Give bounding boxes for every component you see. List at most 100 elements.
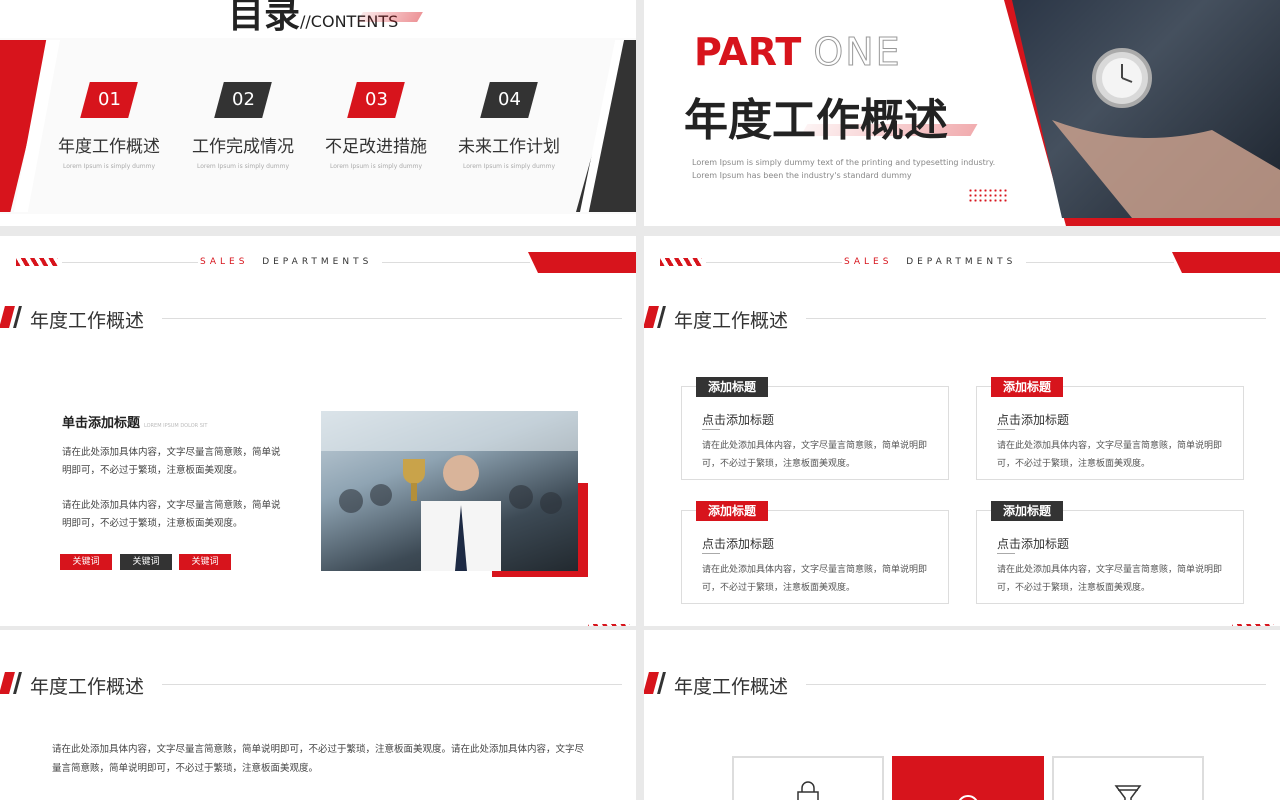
header-line-left bbox=[706, 262, 842, 263]
content-card-1[interactable]: 添加标题 点击添加标题 请在此处添加具体内容，文字尽量言简意赅，简单说明即可，不… bbox=[681, 377, 949, 480]
slide-overview-photo[interactable]: SALES DEPARTMENTS 年度工作概述 单击添加标题 LOREM IPS… bbox=[0, 236, 636, 626]
dot-grid-decoration bbox=[968, 188, 1008, 204]
stripe-decoration-bottom bbox=[588, 624, 630, 626]
keyword-tag-3[interactable]: 关键词 bbox=[179, 554, 231, 570]
card-heading: 点击添加标题 bbox=[702, 537, 775, 551]
keyword-tag-1[interactable]: 关键词 bbox=[60, 554, 112, 570]
section-mark-icon bbox=[644, 672, 666, 694]
content-paragraph-2: 请在此处添加具体内容，文字尽量言简意赅，简单说明即可，不必过于繁琐，注意板面美观… bbox=[62, 500, 281, 529]
card-text: 请在此处添加具体内容，文字尽量言简意赅，简单说明即可，不必过于繁琐，注意板面美观… bbox=[702, 441, 928, 469]
icon-box-3[interactable] bbox=[1052, 756, 1204, 800]
slide-overview-text[interactable]: 年度工作概述 请在此处添加具体内容，文字尽量言简意赅，简单说明即可，不必过于繁琐… bbox=[0, 630, 636, 800]
one-word: ONE bbox=[813, 30, 902, 75]
card-heading: 点击添加标题 bbox=[997, 413, 1070, 427]
desc-line-2: Lorem Ipsum has been the industry's stan… bbox=[692, 171, 912, 180]
section-title: 年度工作概述 bbox=[674, 676, 789, 698]
header-red-tab bbox=[528, 252, 636, 273]
watch-icon bbox=[1052, 48, 1280, 218]
keyword-tag-2[interactable]: 关键词 bbox=[120, 554, 172, 570]
card-text: 请在此处添加具体内容，文字尽量言简意赅，简单说明即可，不必过于繁琐，注意板面美观… bbox=[702, 565, 928, 593]
stripe-decoration bbox=[16, 258, 58, 266]
part-heading: PART ONE bbox=[694, 30, 902, 75]
slide-part-one[interactable]: PART ONE 年度工作概述 Lorem Ipsum is simply du… bbox=[644, 0, 1280, 226]
part-title: 年度工作概述 bbox=[684, 95, 948, 146]
section-title: 年度工作概述 bbox=[30, 676, 145, 698]
toc-item-sub: Lorem Ipsum is simply dummy bbox=[462, 163, 556, 170]
card-text: 请在此处添加具体内容，文字尽量言简意赅，简单说明即可，不必过于繁琐，注意板面美观… bbox=[997, 441, 1223, 469]
section-line bbox=[162, 318, 622, 319]
card-divider bbox=[997, 429, 1015, 430]
toc-item-label: 年度工作概述 bbox=[58, 137, 160, 157]
card-divider bbox=[702, 553, 720, 554]
photo-red-accent-bottom bbox=[492, 571, 588, 577]
content-heading-text: 单击添加标题 bbox=[62, 416, 141, 431]
section-title: 年度工作概述 bbox=[674, 310, 789, 332]
card-text: 请在此处添加具体内容，文字尽量言简意赅，简单说明即可，不必过于繁琐，注意板面美观… bbox=[997, 565, 1223, 593]
slide-overview-cards[interactable]: SALES DEPARTMENTS 年度工作概述 添加标题 点击添加标题 请在此… bbox=[644, 236, 1280, 626]
card-divider bbox=[702, 429, 720, 430]
content-paragraph: 请在此处添加具体内容，文字尽量言简意赅，简单说明即可，不必过于繁琐，注意板面美观… bbox=[52, 744, 585, 774]
section-line bbox=[806, 318, 1266, 319]
section-title: 年度工作概述 bbox=[30, 310, 145, 332]
toc-num-badge: 03 bbox=[347, 82, 405, 118]
section-line bbox=[162, 684, 622, 685]
header-red-tab bbox=[1172, 252, 1280, 273]
content-card-4[interactable]: 添加标题 点击添加标题 请在此处添加具体内容，文字尽量言简意赅，简单说明即可，不… bbox=[976, 501, 1244, 604]
toc-title-text: 目录 bbox=[228, 0, 301, 36]
icon-box-2[interactable] bbox=[892, 756, 1044, 800]
circle-icon bbox=[958, 795, 978, 800]
toc-item-label: 不足改进措施 bbox=[325, 137, 427, 157]
content-card-3[interactable]: 添加标题 点击添加标题 请在此处添加具体内容，文字尽量言简意赅，简单说明即可，不… bbox=[681, 501, 949, 604]
departments-text: DEPARTMENTS bbox=[262, 257, 373, 267]
slide-toc[interactable]: 目录//CONTENTS 01 年度工作概述 Lorem Ipsum is si… bbox=[0, 0, 636, 226]
content-paragraph-1: 请在此处添加具体内容，文字尽量言简意赅，简单说明即可，不必过于繁琐，注意板面美观… bbox=[62, 447, 281, 476]
card-divider bbox=[997, 553, 1015, 554]
toc-item-sub: Lorem Ipsum is simply dummy bbox=[196, 163, 290, 170]
toc-item-sub: Lorem Ipsum is simply dummy bbox=[329, 163, 423, 170]
header-line-right bbox=[1026, 262, 1174, 263]
part-word: PART bbox=[694, 30, 802, 74]
header-line-left bbox=[62, 262, 198, 263]
photo-red-accent bbox=[578, 483, 588, 576]
content-heading-sub: LOREM IPSUM DOLOR SIT bbox=[144, 423, 208, 429]
part-description: Lorem Ipsum is simply dummy text of the … bbox=[692, 156, 1012, 182]
toc-item-2[interactable]: 02 工作完成情况 Lorem Ipsum is simply dummy bbox=[178, 82, 308, 170]
stripe-decoration-bottom bbox=[1232, 624, 1274, 626]
header-line-right bbox=[382, 262, 530, 263]
sales-departments: SALES DEPARTMENTS bbox=[200, 257, 372, 267]
toc-num-badge: 01 bbox=[80, 82, 138, 118]
toc-item-label: 工作完成情况 bbox=[192, 137, 294, 157]
wristwatch-photo bbox=[1012, 0, 1280, 218]
toc-num-badge: 04 bbox=[480, 82, 538, 118]
content-card-2[interactable]: 添加标题 点击添加标题 请在此处添加具体内容，文字尽量言简意赅，简单说明即可，不… bbox=[976, 377, 1244, 480]
desc-line-1: Lorem Ipsum is simply dummy text of the … bbox=[692, 158, 996, 167]
toc-item-sub: Lorem Ipsum is simply dummy bbox=[62, 163, 156, 170]
slide-overview-icons[interactable]: 年度工作概述 bbox=[644, 630, 1280, 800]
trophy-icon bbox=[321, 411, 578, 571]
content-heading: 单击添加标题 LOREM IPSUM DOLOR SIT bbox=[62, 412, 207, 431]
toc-title-underline bbox=[357, 12, 423, 22]
card-tag: 添加标题 bbox=[991, 377, 1064, 397]
card-tag: 添加标题 bbox=[696, 377, 769, 397]
toc-item-1[interactable]: 01 年度工作概述 Lorem Ipsum is simply dummy bbox=[44, 82, 174, 170]
card-tag: 添加标题 bbox=[991, 501, 1064, 521]
section-mark-icon bbox=[0, 672, 22, 694]
sales-text: SALES bbox=[200, 257, 249, 267]
toc-item-label: 未来工作计划 bbox=[458, 137, 560, 157]
card-heading: 点击添加标题 bbox=[997, 537, 1070, 551]
toc-item-4[interactable]: 04 未来工作计划 Lorem Ipsum is simply dummy bbox=[444, 82, 574, 170]
toc-item-3[interactable]: 03 不足改进措施 Lorem Ipsum is simply dummy bbox=[311, 82, 441, 170]
section-mark-icon bbox=[0, 306, 22, 328]
card-tag: 添加标题 bbox=[696, 501, 769, 521]
icon-box-1[interactable] bbox=[732, 756, 884, 800]
celebration-photo bbox=[321, 411, 578, 571]
sales-departments: SALES DEPARTMENTS bbox=[844, 257, 1016, 267]
section-line bbox=[806, 684, 1266, 685]
section-mark-icon bbox=[644, 306, 666, 328]
stripe-decoration bbox=[660, 258, 702, 266]
card-heading: 点击添加标题 bbox=[702, 413, 775, 427]
departments-text: DEPARTMENTS bbox=[906, 257, 1017, 267]
sales-text: SALES bbox=[844, 257, 893, 267]
lock-icon bbox=[797, 781, 819, 800]
funnel-icon bbox=[1114, 785, 1142, 800]
